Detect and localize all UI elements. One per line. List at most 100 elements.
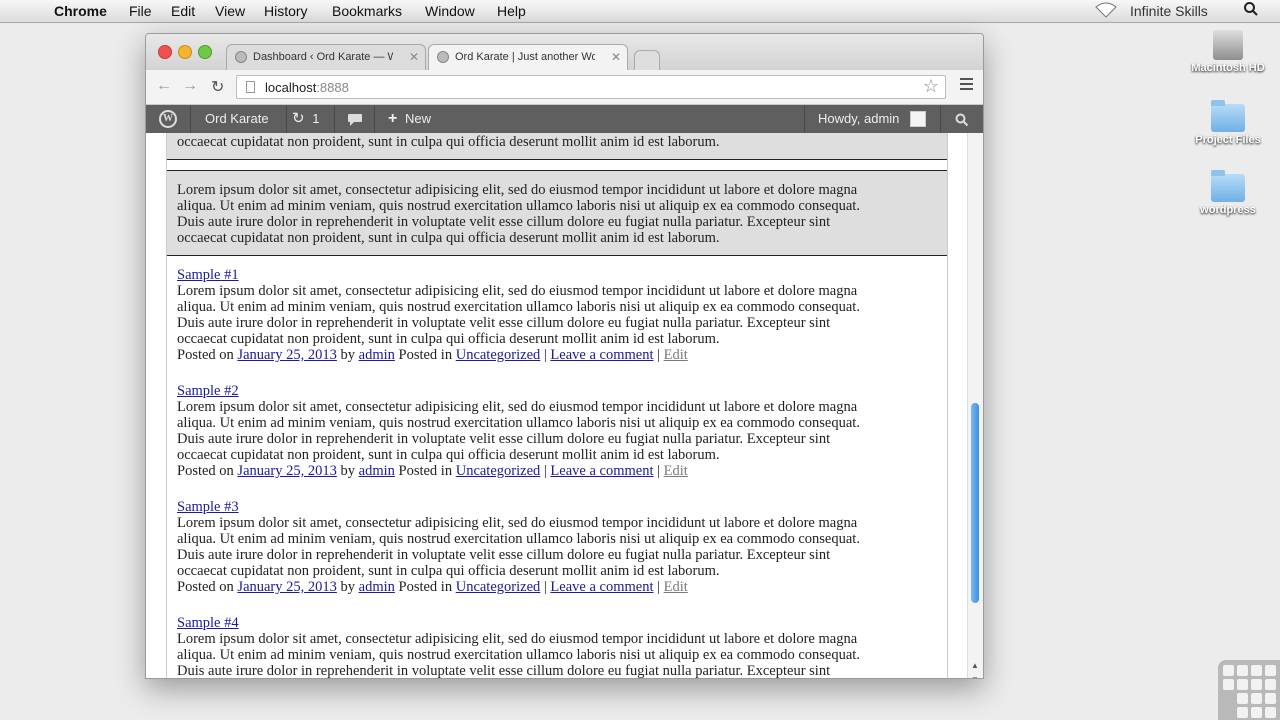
meta-label: Posted in (398, 463, 453, 479)
reload-icon[interactable]: ↻ (211, 77, 224, 97)
user-name[interactable]: Infinite Skills (1130, 3, 1208, 19)
post-author-link[interactable]: admin (359, 579, 395, 595)
close-tab-icon[interactable]: ✕ (611, 50, 621, 64)
menu-help[interactable]: Help (497, 3, 526, 19)
keyboard-overlay-widget[interactable] (1218, 660, 1280, 720)
meta-label: Posted in (398, 579, 453, 595)
menu-app[interactable]: Chrome (54, 3, 107, 19)
post-edit-link[interactable]: Edit (664, 347, 688, 363)
post-edit-link[interactable]: Edit (664, 463, 688, 479)
meta-separator: | (543, 347, 547, 363)
url-text[interactable]: localhost:8888 (265, 80, 349, 95)
vertical-scrollbar[interactable]: ▲ ▼ (967, 133, 983, 678)
minimize-window-button[interactable] (178, 45, 192, 59)
menu-bookmarks[interactable]: Bookmarks (332, 3, 402, 19)
scroll-down-arrow-icon[interactable]: ▼ (971, 675, 979, 678)
tab-strip: Dashboard ‹ Ord Karate — W ✕ Ord Karate … (146, 34, 983, 70)
post-category-link[interactable]: Uncategorized (456, 463, 541, 479)
tab-title: Ord Karate | Just another Wo (455, 51, 595, 63)
post-title-link[interactable]: Sample #2 (177, 383, 239, 399)
chrome-menu-icon[interactable] (960, 78, 973, 93)
post-text-line: occaecat cupidatat non proident, sunt in… (177, 447, 720, 463)
page-icon (246, 81, 255, 93)
new-content-menu[interactable]: + New (375, 105, 445, 133)
meta-separator: | (543, 579, 547, 595)
meta-separator: | (657, 347, 661, 363)
meta-label: Posted on (177, 463, 234, 479)
url-port: :8888 (316, 80, 349, 95)
spotlight-search-icon[interactable] (1243, 1, 1259, 20)
site-name-menu[interactable]: Ord Karate (191, 105, 287, 133)
post-text-line: Lorem ipsum dolor sit amet, consectetur … (177, 182, 858, 198)
scroll-up-arrow-icon[interactable]: ▲ (971, 661, 979, 670)
close-window-button[interactable] (158, 45, 172, 59)
comments-menu[interactable] (335, 105, 375, 133)
zoom-window-button[interactable] (198, 45, 212, 59)
forward-arrow-icon[interactable]: → (182, 77, 198, 95)
desktop-icon-wordpress[interactable]: wordpress (1188, 170, 1268, 216)
folder-icon (1211, 170, 1245, 202)
address-bar[interactable]: localhost:8888 ☆ (236, 75, 946, 99)
tab-ord-karate[interactable]: Ord Karate | Just another Wo ✕ (428, 44, 628, 70)
menu-file[interactable]: File (129, 3, 152, 19)
post-date-link[interactable]: January 25, 2013 (237, 463, 336, 479)
admin-search-button[interactable] (940, 105, 983, 133)
bookmark-star-icon[interactable]: ☆ (923, 76, 939, 97)
meta-label: Posted in (398, 347, 453, 363)
url-host: localhost (265, 80, 317, 95)
post-date-link[interactable]: January 25, 2013 (237, 579, 336, 595)
post-text-line: Duis aute irure dolor in reprehenderit i… (177, 315, 831, 331)
updates-menu[interactable]: ↻ 1 (287, 105, 335, 133)
wifi-icon[interactable] (1095, 2, 1117, 21)
highlighted-post-block: occaecat cupidatat non proident, sunt in… (167, 133, 947, 160)
site-name: Ord Karate (205, 111, 269, 126)
post-edit-link[interactable]: Edit (664, 579, 688, 595)
post-comment-link[interactable]: Leave a comment (550, 463, 653, 479)
post-author-link[interactable]: admin (359, 347, 395, 363)
back-arrow-icon[interactable]: ← (156, 77, 172, 95)
menu-view[interactable]: View (215, 3, 245, 19)
post-title-link[interactable]: Sample #4 (177, 615, 239, 631)
meta-separator: | (657, 463, 661, 479)
hard-drive-icon (1213, 30, 1243, 60)
howdy-label: Howdy, admin (818, 111, 900, 126)
post-text-line: Lorem ipsum dolor sit amet, consectetur … (177, 283, 858, 299)
desktop-icon-label: wordpress (1200, 204, 1256, 216)
tab-dashboard[interactable]: Dashboard ‹ Ord Karate — W ✕ (226, 44, 426, 70)
updates-icon: ↻ (292, 110, 305, 127)
post-list: occaecat cupidatat non proident, sunt in… (166, 133, 948, 678)
meta-label: Posted on (177, 347, 234, 363)
post-title-link[interactable]: Sample #3 (177, 499, 239, 515)
menu-history[interactable]: History (264, 3, 308, 19)
post-text-line: occaecat cupidatat non proident, sunt in… (177, 134, 720, 150)
close-tab-icon[interactable]: ✕ (409, 50, 419, 64)
post-meta: Posted on January 25, 2013 by admin Post… (177, 463, 937, 479)
plus-icon: + (388, 110, 398, 127)
scrollbar-thumb[interactable] (971, 403, 979, 603)
post-text-line: aliqua. Ut enim ad minim veniam, quis no… (177, 647, 860, 663)
post-comment-link[interactable]: Leave a comment (550, 347, 653, 363)
menu-window[interactable]: Window (425, 3, 475, 19)
post-meta: Posted on January 25, 2013 by admin Post… (177, 347, 937, 363)
post-text-line: Duis aute irure dolor in reprehenderit i… (177, 663, 831, 678)
desktop-icon-project-files[interactable]: Project Files (1188, 100, 1268, 146)
post-text-line: Lorem ipsum dolor sit amet, consectetur … (177, 399, 858, 415)
updates-count: 1 (312, 111, 320, 126)
post-date-link[interactable]: January 25, 2013 (237, 347, 336, 363)
search-icon (955, 113, 969, 126)
my-account-menu[interactable]: Howdy, admin (804, 105, 940, 133)
browser-toolbar: ← → ↻ localhost:8888 ☆ (146, 70, 983, 105)
post-author-link[interactable]: admin (359, 463, 395, 479)
post-text-line: Lorem ipsum dolor sit amet, consectetur … (177, 515, 858, 531)
desktop-icon-macintosh-hd[interactable]: Macintosh HD (1188, 30, 1268, 74)
new-tab-button[interactable] (634, 50, 660, 70)
menu-edit[interactable]: Edit (171, 3, 195, 19)
post-comment-link[interactable]: Leave a comment (550, 579, 653, 595)
wordpress-favicon-icon (235, 51, 247, 63)
wp-logo-menu[interactable]: W (146, 105, 191, 133)
post-category-link[interactable]: Uncategorized (456, 347, 541, 363)
post-category-link[interactable]: Uncategorized (456, 579, 541, 595)
post-title-link[interactable]: Sample #1 (177, 267, 239, 283)
post-text-line: occaecat cupidatat non proident, sunt in… (177, 230, 720, 246)
avatar (910, 111, 926, 127)
